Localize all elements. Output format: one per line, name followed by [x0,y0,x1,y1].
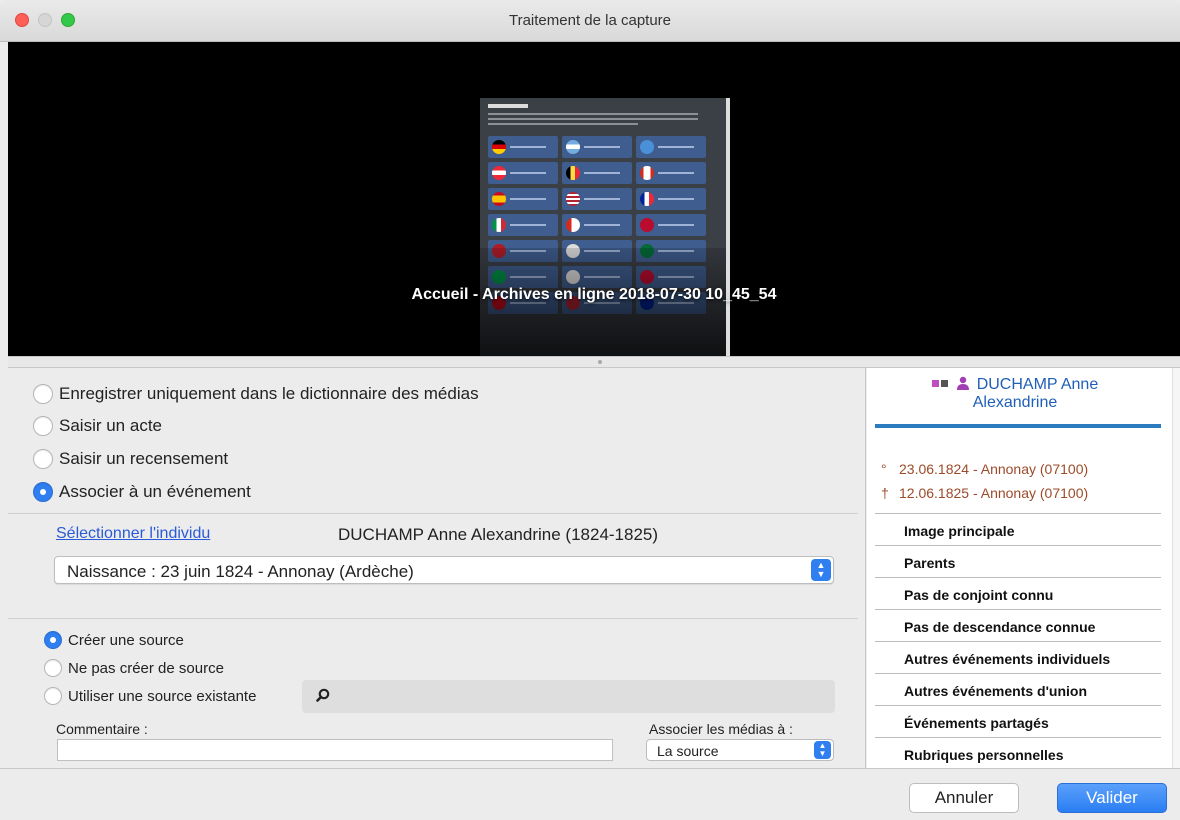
status-marker-icon [940,380,948,387]
window-title: Traitement de la capture [508,12,672,29]
person-icon [957,376,970,390]
event-select-value: Naissance : 23 juin 1824 - Annonay (Ardè… [67,562,414,581]
select-individual-link[interactable]: Sélectionner l'individu [56,525,210,543]
sidebar-item-main-image[interactable]: Image principale [904,523,1014,539]
select-chevron-icon[interactable]: ▲ ▼ [814,741,831,759]
cancel-button[interactable]: Annuler [909,783,1019,813]
separator [875,673,1161,674]
sidebar-item-parents[interactable]: Parents [904,555,955,571]
source-search-field[interactable] [302,680,835,713]
associate-media-label: Associer les médias à : [649,721,793,737]
separator [875,577,1161,578]
sidebar-item-personal-notes[interactable]: Rubriques personnelles [904,747,1063,763]
sidebar-item-individual-events[interactable]: Autres événements individuels [904,651,1110,667]
capture-preview: Accueil - Archives en ligne 2018-07-30 1… [8,42,1180,356]
capture-window: Traitement de la capture Accueil - Archi… [0,0,1180,820]
search-icon[interactable] [316,688,330,702]
death-info: 12.06.1825 - Annonay (07100) [899,485,1089,501]
separator [875,641,1161,642]
source-none-option[interactable]: Ne pas créer de source [44,659,224,677]
birth-info: 23.06.1824 - Annonay (07100) [899,461,1089,477]
event-select[interactable]: Naissance : 23 juin 1824 - Annonay (Ardè… [54,556,834,584]
death-symbol: † [881,485,889,501]
separator [875,545,1161,546]
option-enter-act[interactable]: Saisir un acte [33,416,162,436]
sidebar-item-spouse[interactable]: Pas de conjoint connu [904,587,1053,603]
header-underline [875,424,1161,428]
option-associate-event[interactable]: Associer à un événement [33,482,251,502]
comment-label: Commentaire : [56,721,148,737]
sidebar-item-descendants[interactable]: Pas de descendance connue [904,619,1095,635]
source-create-label[interactable]: Créer une source [68,632,184,649]
person-header[interactable]: DUCHAMP Anne Alexandrine [867,376,1163,412]
pane-splitter[interactable] [8,356,1180,368]
comment-input[interactable] [57,739,613,761]
option-enter-census[interactable]: Saisir un recensement [33,449,228,469]
source-existing-option[interactable]: Utiliser une source existante [44,687,256,705]
birth-symbol: ° [881,461,887,477]
dialog-button-bar: Annuler Valider [0,768,1180,820]
title-bar: Traitement de la capture [0,0,1180,42]
radio-enter-census[interactable] [33,449,53,469]
radio-save-only[interactable] [33,384,53,404]
separator [8,618,858,619]
thumbnail-header [488,104,708,132]
radio-enter-act[interactable] [33,416,53,436]
radio-no-source[interactable] [44,659,62,677]
person-name-line1: DUCHAMP Anne [976,376,1099,393]
capture-caption: Accueil - Archives en ligne 2018-07-30 1… [411,286,777,303]
splitter-handle-icon[interactable] [598,360,602,364]
source-create-option[interactable]: Créer une source [44,631,184,649]
radio-create-source[interactable] [44,631,62,649]
associate-media-select[interactable]: La source ▲ ▼ [646,739,834,761]
person-sidebar: DUCHAMP Anne Alexandrine ° 23.06.1824 - A… [867,368,1180,768]
sidebar-scrollbar[interactable] [1172,368,1180,768]
radio-associate-event[interactable] [33,482,53,502]
source-none-label[interactable]: Ne pas créer de source [68,660,224,677]
death-line: † 12.06.1825 - Annonay (07100) [881,485,1088,501]
person-name-line2: Alexandrine [972,394,1058,411]
separator [875,705,1161,706]
option-save-only[interactable]: Enregistrer uniquement dans le dictionna… [33,384,479,404]
selected-individual: DUCHAMP Anne Alexandrine (1824-1825) [338,525,659,544]
validate-button[interactable]: Valider [1057,783,1167,813]
option-associate-event-label[interactable]: Associer à un événement [59,482,251,502]
option-enter-act-label[interactable]: Saisir un acte [59,416,162,436]
separator [875,609,1161,610]
radio-existing-source[interactable] [44,687,62,705]
female-marker-icon [931,380,939,387]
select-chevron-icon[interactable]: ▲ ▼ [811,559,831,581]
capture-thumbnail [480,98,730,356]
birth-line: ° 23.06.1824 - Annonay (07100) [881,461,1088,477]
separator [875,737,1161,738]
associate-media-value: La source [657,743,719,759]
option-enter-census-label[interactable]: Saisir un recensement [59,449,228,469]
option-save-only-label[interactable]: Enregistrer uniquement dans le dictionna… [59,384,479,404]
processing-options-panel: Enregistrer uniquement dans le dictionna… [8,368,866,768]
source-existing-label[interactable]: Utiliser une source existante [68,688,256,705]
separator [875,513,1161,514]
separator [8,513,858,514]
sidebar-item-union-events[interactable]: Autres événements d'union [904,683,1087,699]
sidebar-item-shared-events[interactable]: Événements partagés [904,715,1049,731]
